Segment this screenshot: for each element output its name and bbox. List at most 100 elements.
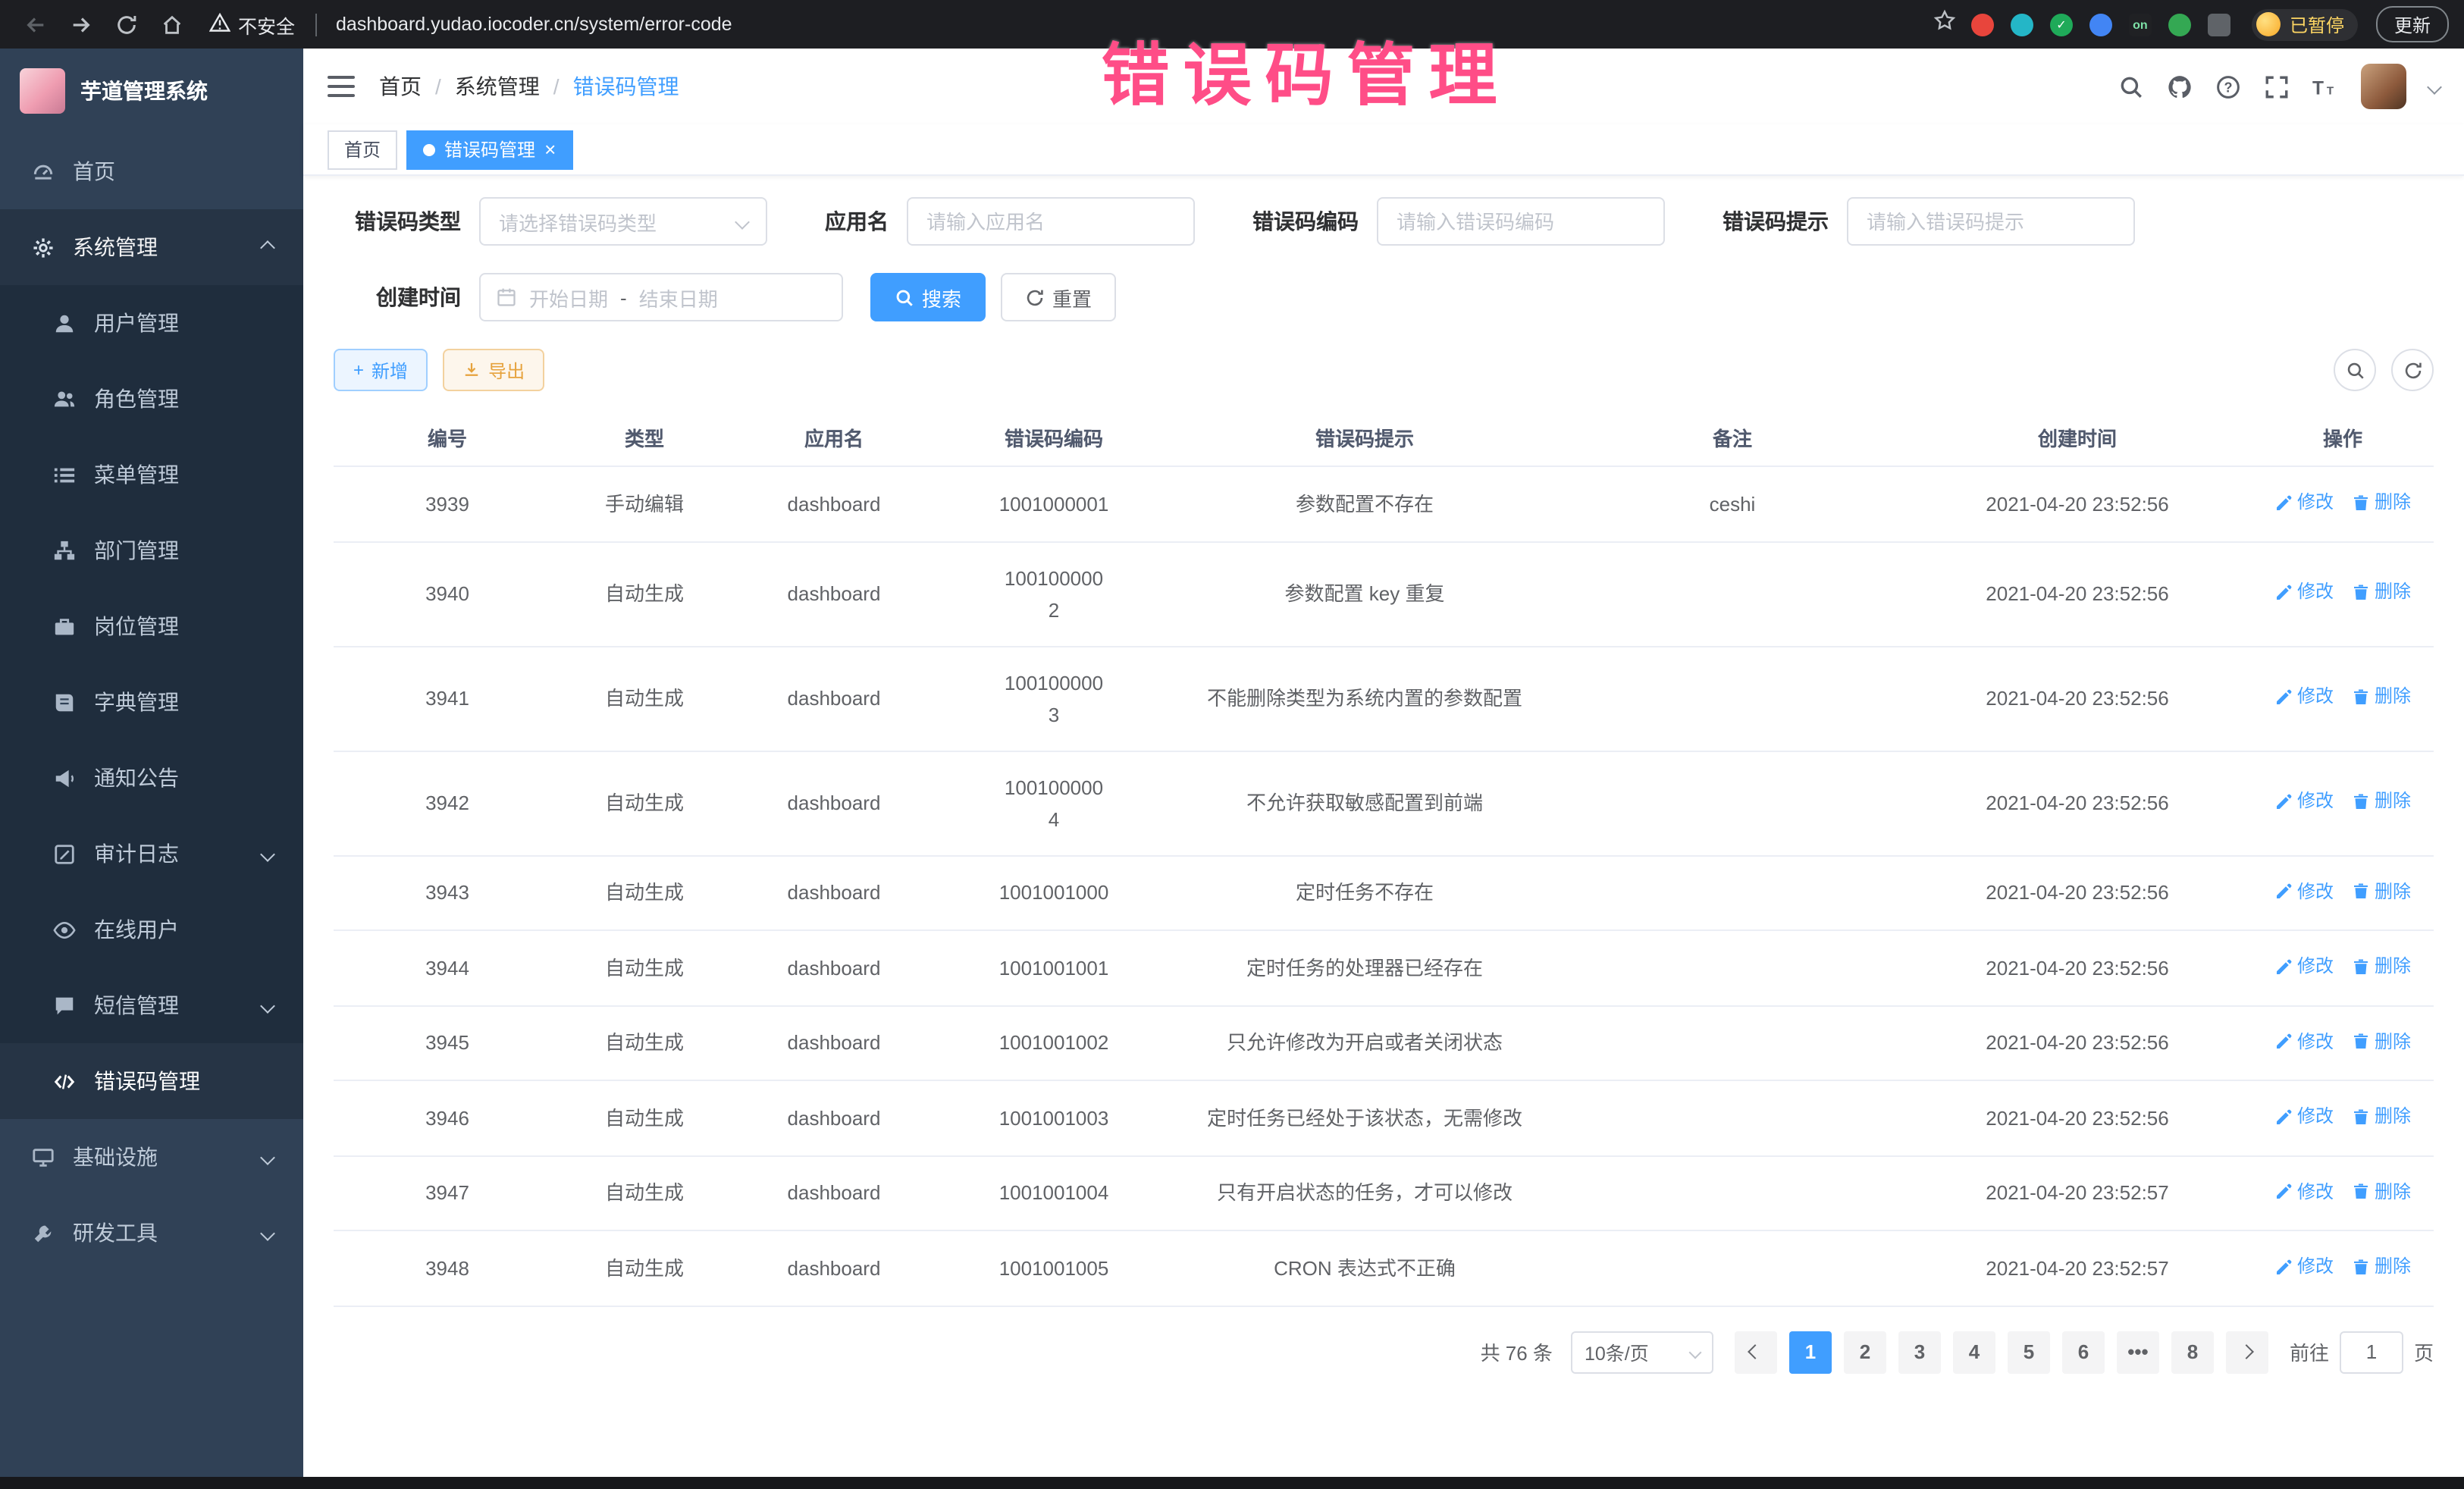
filter-hint-label: 错误码提示	[1723, 206, 1829, 237]
home-button[interactable]	[152, 5, 191, 44]
delete-link[interactable]: 删除	[2352, 876, 2411, 908]
delete-link[interactable]: 删除	[2352, 786, 2411, 818]
sidebar-item-user[interactable]: 用户管理	[0, 285, 303, 361]
edit-link[interactable]: 修改	[2274, 577, 2334, 609]
forward-button[interactable]	[61, 5, 100, 44]
edit-link[interactable]: 修改	[2274, 951, 2334, 983]
goto-page-input[interactable]	[2340, 1331, 2403, 1373]
page-button-8[interactable]: 8	[2171, 1331, 2214, 1373]
cell-error-code: 1001001004	[940, 1155, 1168, 1230]
edit-link[interactable]: 修改	[2274, 682, 2334, 713]
cell-remark	[1562, 1080, 1903, 1155]
update-button[interactable]: 更新	[2376, 6, 2449, 42]
cell-error-code: 100100000 4	[940, 751, 1168, 855]
header-search-icon[interactable]	[2118, 74, 2144, 99]
chevron-down-icon[interactable]	[2427, 79, 2442, 94]
delete-link[interactable]: 删除	[2352, 1251, 2411, 1283]
page-button-3[interactable]: 3	[1898, 1331, 1941, 1373]
breadcrumb-system[interactable]: 系统管理	[455, 71, 540, 102]
delete-link[interactable]: 删除	[2352, 951, 2411, 983]
extension-pin-icon[interactable]	[2208, 13, 2230, 36]
sidebar-item-system[interactable]: 系统管理	[0, 209, 303, 285]
sidebar-item-home[interactable]: 首页	[0, 133, 303, 209]
cell-operations: 修改删除	[2252, 646, 2434, 751]
sidebar-item-dict[interactable]: 字典管理	[0, 664, 303, 740]
page-size-select[interactable]: 10条/页	[1571, 1331, 1713, 1373]
tab-home[interactable]: 首页	[328, 130, 397, 169]
delete-link[interactable]: 删除	[2352, 1101, 2411, 1133]
sidebar-item-post[interactable]: 岗位管理	[0, 588, 303, 664]
sidebar-item-devtools[interactable]: 研发工具	[0, 1195, 303, 1271]
sidebar-item-online-user[interactable]: 在线用户	[0, 892, 303, 967]
delete-link[interactable]: 删除	[2352, 1026, 2411, 1058]
edit-link[interactable]: 修改	[2274, 1026, 2334, 1058]
table-row: 3947自动生成dashboard1001001004只有开启状态的任务，才可以…	[334, 1155, 2434, 1230]
edit-link[interactable]: 修改	[2274, 786, 2334, 818]
page-button-4[interactable]: 4	[1953, 1331, 1995, 1373]
sidebar-toggle[interactable]	[328, 76, 355, 97]
back-button[interactable]	[15, 5, 55, 44]
tab-error-code[interactable]: 错误码管理 ×	[406, 130, 572, 169]
extension-leaf-icon[interactable]	[2168, 13, 2191, 36]
user-avatar[interactable]	[2361, 64, 2406, 109]
page-button-1[interactable]: 1	[1789, 1331, 1832, 1373]
error-code-table-body: 3939手动编辑dashboard1001000001参数配置不存在ceshi2…	[334, 466, 2434, 1306]
app-logo-row[interactable]: 芋道管理系统	[0, 49, 303, 133]
sidebar-item-menu[interactable]: 菜单管理	[0, 437, 303, 513]
font-size-icon[interactable]: TT	[2312, 74, 2338, 99]
edit-link[interactable]: 修改	[2274, 487, 2334, 519]
delete-link[interactable]: 删除	[2352, 1176, 2411, 1208]
next-page-button[interactable]	[2226, 1331, 2268, 1373]
page-button-6[interactable]: 6	[2062, 1331, 2105, 1373]
sidebar-item-dept[interactable]: 部门管理	[0, 513, 303, 588]
security-chip[interactable]: 不安全	[209, 10, 295, 39]
sidebar-item-role[interactable]: 角色管理	[0, 361, 303, 437]
page-button-5[interactable]: 5	[2008, 1331, 2050, 1373]
delete-link[interactable]: 删除	[2352, 487, 2411, 519]
address-url[interactable]: dashboard.yudao.iocoder.cn/system/error-…	[336, 14, 732, 35]
help-icon[interactable]: ?	[2215, 74, 2241, 99]
refresh-table-button[interactable]	[2391, 349, 2434, 391]
page-button-2[interactable]: 2	[1844, 1331, 1886, 1373]
sidebar-item-error-code[interactable]: 错误码管理	[0, 1043, 303, 1119]
toggle-search-button[interactable]	[2334, 349, 2376, 391]
cell-error-code: 1001001005	[940, 1230, 1168, 1306]
error-hint-input[interactable]	[1847, 197, 2135, 246]
error-type-select[interactable]: 请选择错误码类型	[479, 197, 767, 246]
breadcrumb-home[interactable]: 首页	[379, 71, 422, 102]
edit-link[interactable]: 修改	[2274, 1251, 2334, 1283]
add-button[interactable]: + 新增	[334, 349, 428, 391]
range-separator: -	[620, 286, 627, 309]
prev-page-button[interactable]	[1735, 1331, 1777, 1373]
sidebar-item-audit-log[interactable]: 审计日志	[0, 816, 303, 892]
reset-button[interactable]: 重置	[1001, 273, 1116, 321]
svg-text:T: T	[2312, 77, 2324, 98]
extension-green-check-icon[interactable]: ✓	[2050, 13, 2073, 36]
fullscreen-icon[interactable]	[2264, 74, 2290, 99]
extension-red-icon[interactable]	[1971, 13, 1994, 36]
create-time-range-picker[interactable]: 开始日期 - 结束日期	[479, 273, 843, 321]
delete-link[interactable]: 删除	[2352, 682, 2411, 713]
edit-link[interactable]: 修改	[2274, 1101, 2334, 1133]
edit-link[interactable]: 修改	[2274, 1176, 2334, 1208]
delete-link[interactable]: 删除	[2352, 577, 2411, 609]
bookmark-star-icon[interactable]	[1933, 9, 1956, 39]
reload-button[interactable]	[106, 5, 146, 44]
paused-extension-chip[interactable]: 已暂停	[2252, 8, 2358, 40]
search-button[interactable]: 搜索	[870, 273, 986, 321]
sidebar-item-infra[interactable]: 基础设施	[0, 1119, 303, 1195]
sidebar-item-notice[interactable]: 通知公告	[0, 740, 303, 816]
extension-on-icon[interactable]: on	[2129, 13, 2152, 36]
close-icon[interactable]: ×	[544, 139, 556, 159]
tab-label: 错误码管理	[444, 136, 535, 162]
sidebar-item-sms[interactable]: 短信管理	[0, 967, 303, 1043]
edit-link[interactable]: 修改	[2274, 876, 2334, 908]
extension-teal-icon[interactable]	[2011, 13, 2033, 36]
extension-grid-icon[interactable]	[2089, 13, 2112, 36]
error-code-input[interactable]	[1377, 197, 1665, 246]
github-icon[interactable]	[2167, 74, 2193, 99]
chevron-down-icon	[260, 1149, 275, 1165]
export-button[interactable]: 导出	[443, 349, 544, 391]
users-icon	[52, 386, 77, 412]
app-name-input[interactable]	[907, 197, 1195, 246]
